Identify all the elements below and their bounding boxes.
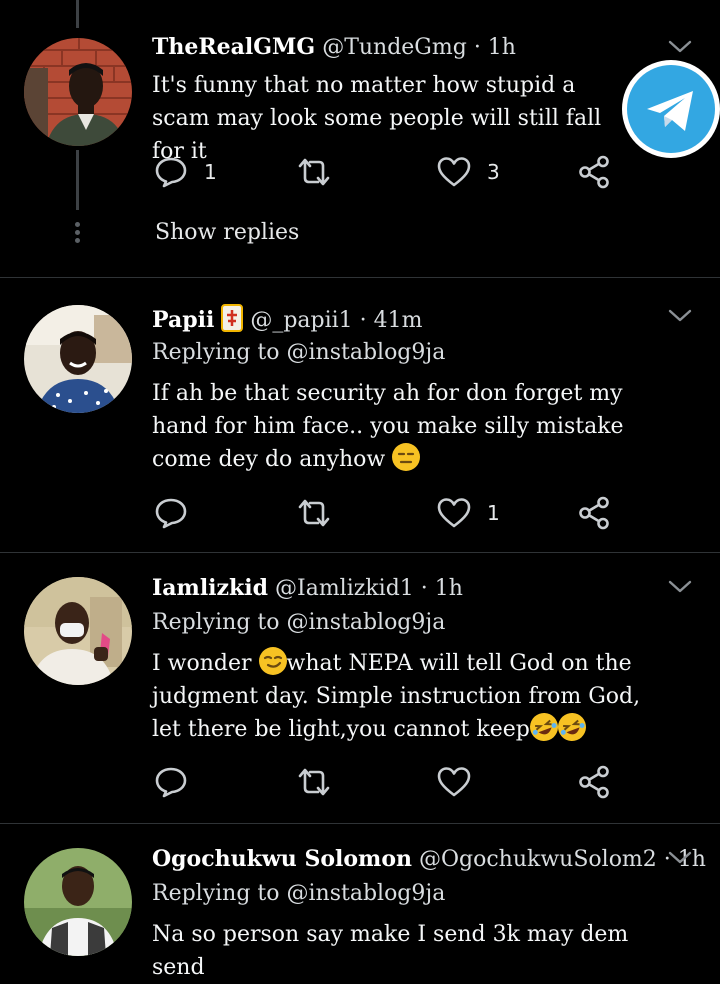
retweet-button[interactable] [296, 762, 332, 802]
retweet-button[interactable] [296, 152, 332, 192]
tweet-actions: 1 [152, 493, 622, 533]
thread-line [76, 0, 79, 28]
unamused-face-emoji-icon [392, 443, 421, 471]
like-count: 1 [487, 501, 500, 525]
reply-icon [154, 155, 188, 189]
thread-more-dots [74, 222, 82, 246]
telegram-icon [627, 65, 715, 153]
retweet-icon [296, 496, 332, 530]
tweet-text-content: I wonder [152, 651, 259, 676]
replying-to[interactable]: Replying to @instablog9ja [152, 610, 445, 635]
reply-icon [154, 765, 188, 799]
share-button[interactable] [578, 493, 612, 533]
display-name[interactable]: Ogochukwu Solomon [152, 846, 412, 872]
share-button[interactable] [578, 152, 612, 192]
tweet-text: Na so person say make I send 3k may dem … [152, 922, 629, 980]
tweet-header: Ogochukwu Solomon @OgochukwuSolom2 · 1h [152, 846, 706, 872]
like-icon [437, 766, 471, 798]
reply-button[interactable]: 1 [154, 152, 217, 192]
retweet-icon [296, 155, 332, 189]
handle-and-time[interactable]: @_papii1 · 41m [250, 308, 422, 333]
reply-count: 1 [204, 160, 217, 184]
avatar[interactable] [24, 577, 132, 685]
chevron-down-icon[interactable] [668, 309, 692, 323]
share-button[interactable] [578, 762, 612, 802]
tweet-header: Iamlizkid @Iamlizkid1 · 1h [152, 575, 463, 601]
tweet-actions: 1 3 [152, 152, 622, 192]
avatar[interactable] [24, 848, 132, 956]
tweet-text: I wonder what NEPA will tell God on the … [152, 647, 672, 746]
divider [0, 277, 720, 278]
chevron-down-icon[interactable] [668, 40, 692, 54]
retweet-button[interactable] [296, 493, 332, 533]
chevron-down-icon[interactable] [668, 580, 692, 594]
handle-and-time[interactable]: @Iamlizkid1 · 1h [275, 576, 463, 601]
retweet-icon [296, 765, 332, 799]
tweet-actions [152, 762, 622, 802]
telegram-share-button[interactable] [622, 60, 720, 158]
replying-to[interactable]: Replying to @instablog9ja [152, 340, 445, 365]
share-icon [578, 155, 612, 189]
chevron-down-icon[interactable] [668, 851, 692, 865]
divider [0, 552, 720, 553]
display-name[interactable]: Iamlizkid [152, 575, 268, 601]
tweet-text-content: If ah be that security ah for don forget… [152, 381, 624, 472]
display-name[interactable]: TheRealGMG [152, 34, 315, 60]
divider [0, 823, 720, 824]
reply-button[interactable] [154, 762, 188, 802]
like-icon [437, 156, 471, 188]
display-name[interactable]: Papii [152, 307, 214, 333]
tweet-header: Papii @_papii1 · 41m [152, 304, 423, 333]
avatar[interactable] [24, 305, 132, 413]
share-icon [578, 765, 612, 799]
avatar[interactable] [24, 38, 132, 146]
reply-icon [154, 496, 188, 530]
thread-line [76, 150, 79, 210]
handle-and-time[interactable]: @OgochukwuSolom2 · 1h [419, 847, 706, 872]
mahjong-emoji-icon [221, 304, 244, 332]
tweet-text: If ah be that security ah for don forget… [152, 377, 672, 476]
like-button[interactable]: 1 [437, 493, 500, 533]
replying-to[interactable]: Replying to @instablog9ja [152, 881, 445, 906]
like-button[interactable]: 3 [437, 152, 500, 192]
smirking-face-emoji-icon [258, 647, 287, 675]
handle-and-time[interactable]: @TundeGmg · 1h [322, 35, 516, 60]
like-icon [437, 497, 471, 529]
tweet-header: TheRealGMG @TundeGmg · 1h [152, 34, 516, 60]
show-replies-link[interactable]: Show replies [155, 220, 299, 245]
share-icon [578, 496, 612, 530]
like-button[interactable] [437, 762, 471, 802]
reply-button[interactable] [154, 493, 188, 533]
rofl-emoji-icon [553, 709, 590, 745]
like-count: 3 [487, 160, 500, 184]
